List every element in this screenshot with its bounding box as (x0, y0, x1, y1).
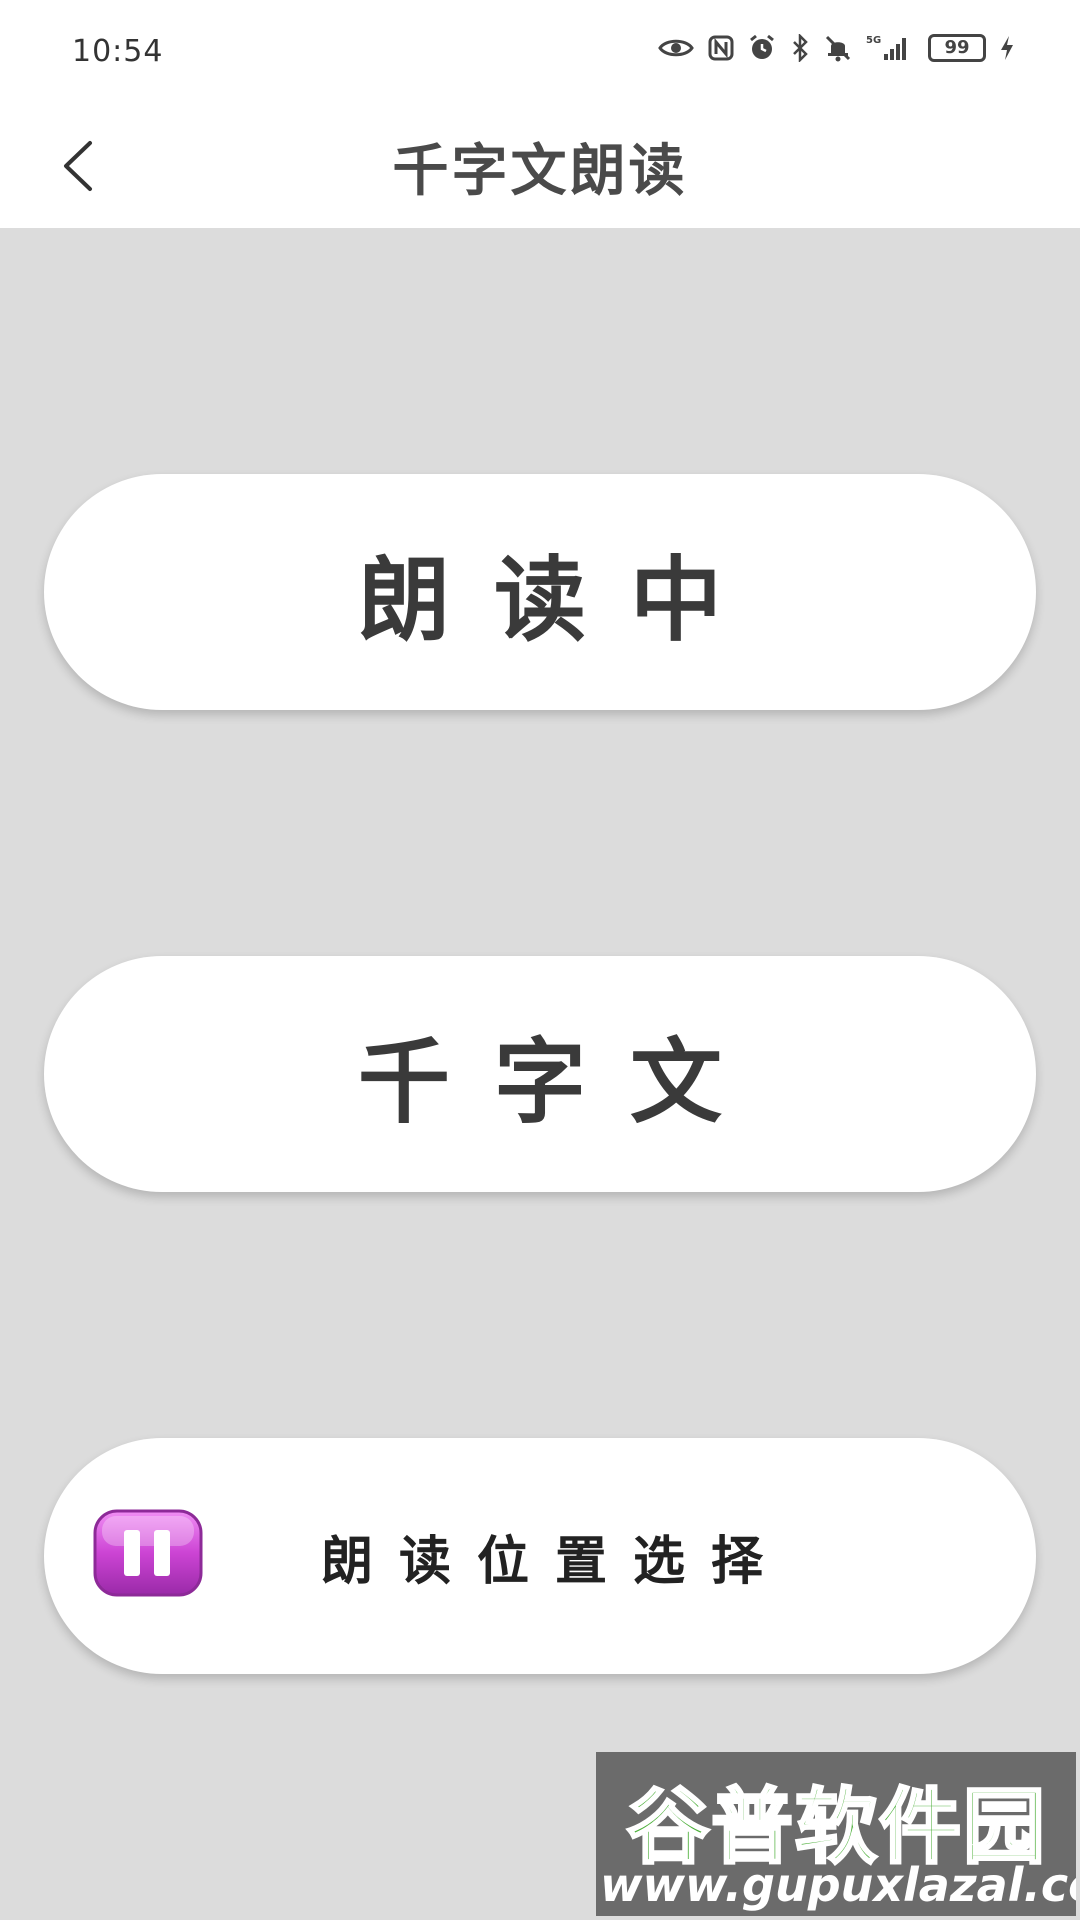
status-icons: 5G 99 (658, 34, 1014, 62)
app-bar: 千字文朗读 (0, 104, 1080, 228)
eye-icon (658, 37, 694, 59)
qianziwen-label: 千字文 (357, 1028, 766, 1136)
watermark: 谷普软件园 www.gupuxlazal.com (596, 1752, 1076, 1916)
status-time: 10:54 (72, 34, 164, 69)
charging-icon (1000, 35, 1014, 61)
bluetooth-icon (790, 34, 810, 62)
nfc-icon (708, 35, 734, 61)
reading-status-button[interactable]: 朗读中 (44, 474, 1036, 710)
chevron-left-icon (64, 141, 92, 191)
battery-indicator: 99 (928, 34, 986, 62)
signal-icon: 5G (866, 34, 914, 62)
status-bar: 10:54 5G 99 (0, 0, 1080, 104)
mute-bell-icon (824, 34, 852, 62)
back-button[interactable] (58, 128, 138, 204)
reading-status-label: 朗读中 (357, 546, 766, 654)
watermark-url: www.gupuxlazal.com (600, 1858, 1076, 1912)
network-label: 5G (866, 35, 881, 46)
pause-icon[interactable] (92, 1508, 204, 1598)
reading-position-button[interactable]: 朗读位置选择 (44, 1438, 1036, 1674)
page-title: 千字文朗读 (392, 139, 688, 204)
reading-position-label: 朗读位置选择 (320, 1531, 789, 1592)
qianziwen-button[interactable]: 千字文 (44, 956, 1036, 1192)
alarm-icon (748, 34, 776, 62)
